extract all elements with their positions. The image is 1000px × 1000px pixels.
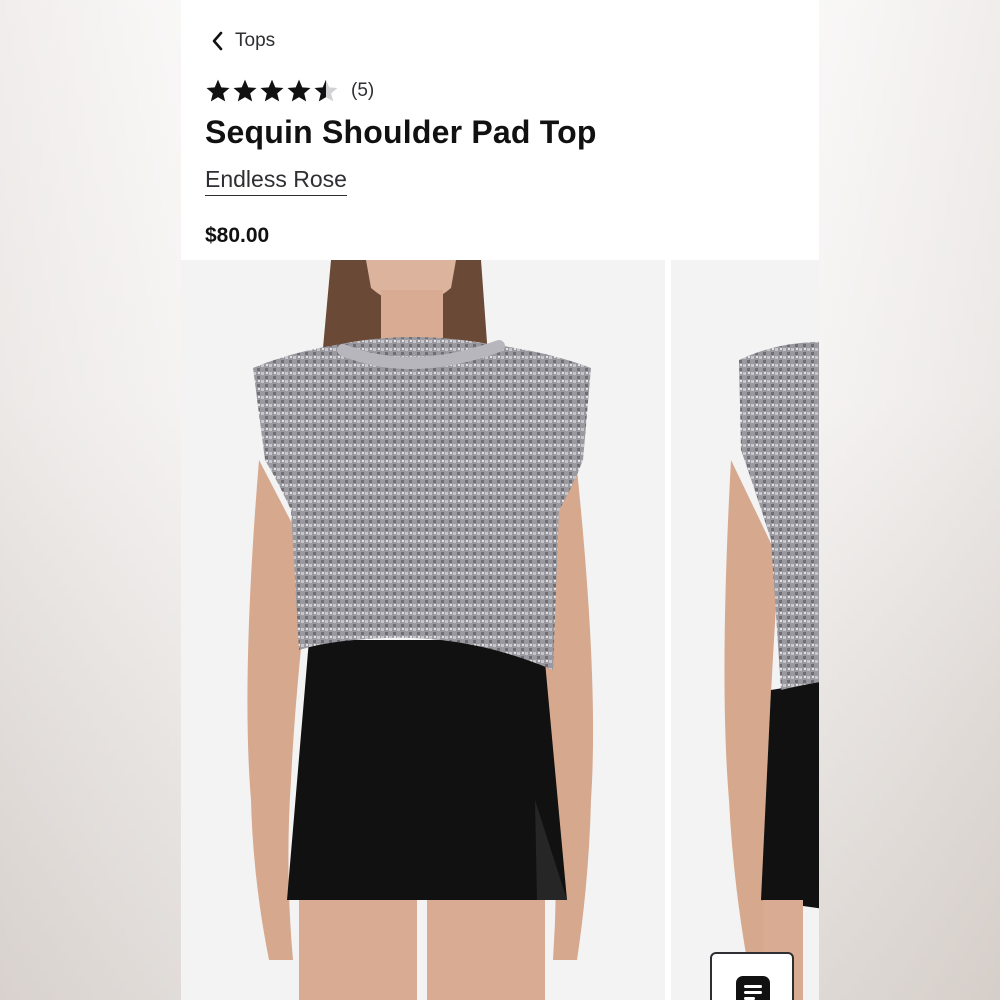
star-icon: [233, 79, 257, 102]
background-left: [0, 0, 181, 1000]
product-image[interactable]: [181, 260, 665, 1000]
back-link-label: Tops: [235, 30, 276, 51]
background-right: [819, 0, 1000, 1000]
brand-link[interactable]: Endless Rose: [205, 166, 347, 196]
star-icon: [287, 79, 311, 102]
rating[interactable]: (5): [205, 76, 374, 106]
review-count: (5): [351, 80, 375, 101]
product-image-carousel[interactable]: [181, 260, 819, 1000]
feedback-icon: [736, 976, 770, 1000]
product-photo-side: [671, 260, 819, 1000]
back-link[interactable]: Tops: [211, 26, 275, 56]
product-image[interactable]: [671, 260, 819, 1000]
star-icon: [206, 79, 230, 102]
product-page: Tops (5) Sequin Shoulder Pad Top Endless…: [181, 0, 819, 1000]
product-title: Sequin Shoulder Pad Top: [205, 114, 597, 150]
star-rating: [205, 78, 339, 104]
star-icon: [314, 79, 338, 102]
product-price: $80.00: [205, 224, 270, 247]
star-icon: [260, 79, 284, 102]
product-photo-front: [181, 260, 665, 1000]
chevron-left-icon: [211, 31, 225, 51]
feedback-button[interactable]: [710, 952, 794, 1000]
